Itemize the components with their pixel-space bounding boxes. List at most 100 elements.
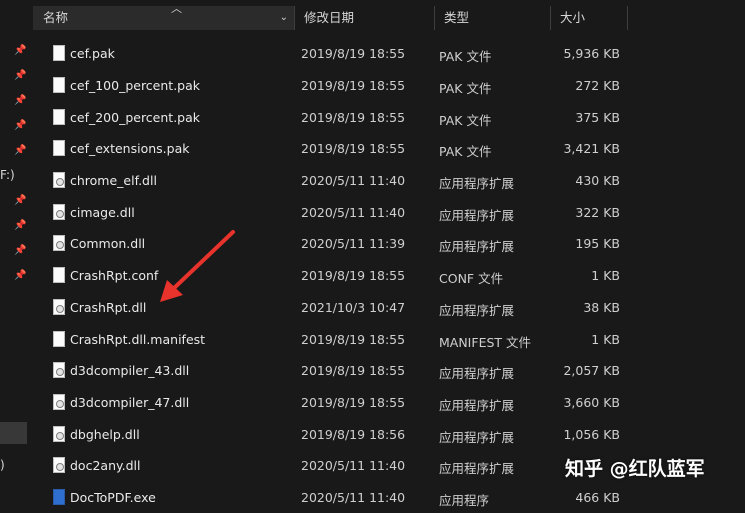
- file-size: 3,421 KB: [563, 141, 620, 156]
- file-type: CONF 文件: [439, 271, 504, 286]
- dll-file-icon: [53, 362, 65, 378]
- file-date: 2019/8/19 18:56: [301, 427, 406, 442]
- dll-file-icon: [53, 204, 65, 220]
- file-type: 应用程序扩展: [439, 303, 515, 318]
- file-type: 应用程序扩展: [439, 461, 515, 476]
- file-type: 应用程序扩展: [439, 366, 515, 381]
- file-type: MANIFEST 文件: [439, 335, 532, 350]
- column-header-type[interactable]: 类型: [434, 6, 550, 30]
- nav-selected-item[interactable]: [0, 422, 27, 444]
- file-row[interactable]: cimage.dll 2020/5/11 11:40 应用程序扩展 322 KB: [33, 197, 745, 228]
- pin-icon[interactable]: 📌: [14, 245, 26, 257]
- file-icon: [53, 140, 65, 156]
- file-name: cef_extensions.pak: [70, 141, 190, 156]
- file-row[interactable]: cef_100_percent.pak 2019/8/19 18:55 PAK …: [33, 70, 745, 101]
- file-size: 466 KB: [575, 490, 620, 505]
- column-header-date[interactable]: 修改日期: [294, 6, 434, 30]
- file-size: 272 KB: [575, 78, 620, 93]
- file-size: 3,660 KB: [563, 395, 620, 410]
- file-type: PAK 文件: [439, 81, 492, 96]
- column-header-name[interactable]: ︿ 名称 ⌄: [33, 2, 294, 30]
- file-row[interactable]: dbghelp.dll 2019/8/19 18:56 应用程序扩展 1,056…: [33, 419, 745, 450]
- file-name: chrome_elf.dll: [70, 173, 157, 188]
- file-row[interactable]: cef_200_percent.pak 2019/8/19 18:55 PAK …: [33, 102, 745, 133]
- file-date: 2019/8/19 18:55: [301, 141, 406, 156]
- file-row[interactable]: d3dcompiler_47.dll 2019/8/19 18:55 应用程序扩…: [33, 387, 745, 418]
- file-row[interactable]: cef.pak 2019/8/19 18:55 PAK 文件 5,936 KB: [33, 38, 745, 69]
- file-size: 375 KB: [575, 110, 620, 125]
- file-icon: [53, 45, 65, 61]
- file-row[interactable]: CrashRpt.conf 2019/8/19 18:55 CONF 文件 1 …: [33, 260, 745, 291]
- file-date: 2019/8/19 18:55: [301, 363, 406, 378]
- file-date: 2019/8/19 18:55: [301, 110, 406, 125]
- pin-icon[interactable]: 📌: [14, 45, 26, 57]
- pin-icon[interactable]: 📌: [14, 270, 26, 282]
- pin-icon[interactable]: 📌: [14, 220, 26, 232]
- file-name: Common.dll: [70, 236, 146, 251]
- pin-icon[interactable]: 📌: [14, 70, 26, 82]
- file-row[interactable]: chrome_elf.dll 2020/5/11 11:40 应用程序扩展 43…: [33, 165, 745, 196]
- pin-icon[interactable]: 📌: [14, 145, 26, 157]
- file-date: 2019/8/19 18:55: [301, 395, 406, 410]
- dll-file-icon: [53, 457, 65, 473]
- file-date: 2020/5/11 11:40: [301, 205, 406, 220]
- file-name: CrashRpt.conf: [70, 268, 159, 283]
- file-size: 5,936 KB: [563, 46, 620, 61]
- exe-file-icon: [53, 489, 65, 505]
- file-icon: [53, 331, 65, 347]
- file-size: 1 KB: [591, 268, 620, 283]
- file-icon: [53, 267, 65, 283]
- nav-drive-label[interactable]: F:): [0, 168, 15, 182]
- file-name: d3dcompiler_43.dll: [70, 363, 190, 378]
- pin-icon[interactable]: 📌: [14, 95, 26, 107]
- column-divider[interactable]: [627, 6, 628, 30]
- file-name: doc2any.dll: [70, 458, 141, 473]
- column-header-bar: ︿ 名称 ⌄ 修改日期 类型 大小: [33, 0, 745, 35]
- chevron-down-icon[interactable]: ⌄: [280, 6, 288, 30]
- file-name: DocToPDF.exe: [70, 490, 156, 505]
- file-size: 195 KB: [575, 236, 620, 251]
- file-row[interactable]: CrashRpt.dll 2021/10/3 10:47 应用程序扩展 38 K…: [33, 292, 745, 323]
- file-name: dbghelp.dll: [70, 427, 140, 442]
- file-name: cef.pak: [70, 46, 115, 61]
- dll-file-icon: [53, 235, 65, 251]
- file-size: 322 KB: [575, 205, 620, 220]
- file-date: 2020/5/11 11:40: [301, 490, 406, 505]
- file-type: 应用程序扩展: [439, 239, 515, 254]
- file-type: PAK 文件: [439, 144, 492, 159]
- pin-icon[interactable]: 📌: [14, 195, 26, 207]
- file-date: 2019/8/19 18:55: [301, 332, 406, 347]
- file-name: d3dcompiler_47.dll: [70, 395, 190, 410]
- dll-file-icon: [53, 394, 65, 410]
- file-row[interactable]: cef_extensions.pak 2019/8/19 18:55 PAK 文…: [33, 133, 745, 164]
- file-icon: [53, 109, 65, 125]
- file-size: 430 KB: [575, 173, 620, 188]
- nav-drive-label[interactable]: ): [0, 458, 5, 472]
- file-name: CrashRpt.dll.manifest: [70, 332, 206, 347]
- file-row[interactable]: CrashRpt.dll.manifest 2019/8/19 18:55 MA…: [33, 324, 745, 355]
- file-name: cef_200_percent.pak: [70, 110, 201, 125]
- dll-file-icon: [53, 299, 65, 315]
- file-type: 应用程序扩展: [439, 430, 515, 445]
- file-date: 2019/8/19 18:55: [301, 78, 406, 93]
- file-row[interactable]: d3dcompiler_43.dll 2019/8/19 18:55 应用程序扩…: [33, 355, 745, 386]
- navigation-pane[interactable]: 📌 📌 📌 📌 📌 F:) 📌 📌 📌 📌 ): [0, 0, 33, 500]
- file-name: cimage.dll: [70, 205, 135, 220]
- file-date: 2020/5/11 11:40: [301, 458, 406, 473]
- file-type: 应用程序扩展: [439, 176, 515, 191]
- file-row[interactable]: DocToPDF.exe 2020/5/11 11:40 应用程序 466 KB: [33, 482, 745, 513]
- file-name: CrashRpt.dll: [70, 300, 147, 315]
- file-date: 2021/10/3 10:47: [301, 300, 406, 315]
- watermark: 知乎 @红队蓝军: [565, 458, 705, 480]
- column-header-size[interactable]: 大小: [550, 6, 627, 30]
- file-icon: [53, 77, 65, 93]
- file-size: 38 KB: [583, 300, 620, 315]
- file-name: cef_100_percent.pak: [70, 78, 201, 93]
- file-type: PAK 文件: [439, 113, 492, 128]
- pin-icon[interactable]: 📌: [14, 120, 26, 132]
- dll-file-icon: [53, 172, 65, 188]
- file-date: 2020/5/11 11:39: [301, 236, 406, 251]
- sort-ascending-icon: ︿: [171, 2, 182, 15]
- file-row[interactable]: Common.dll 2020/5/11 11:39 应用程序扩展 195 KB: [33, 228, 745, 259]
- file-date: 2020/5/11 11:40: [301, 173, 406, 188]
